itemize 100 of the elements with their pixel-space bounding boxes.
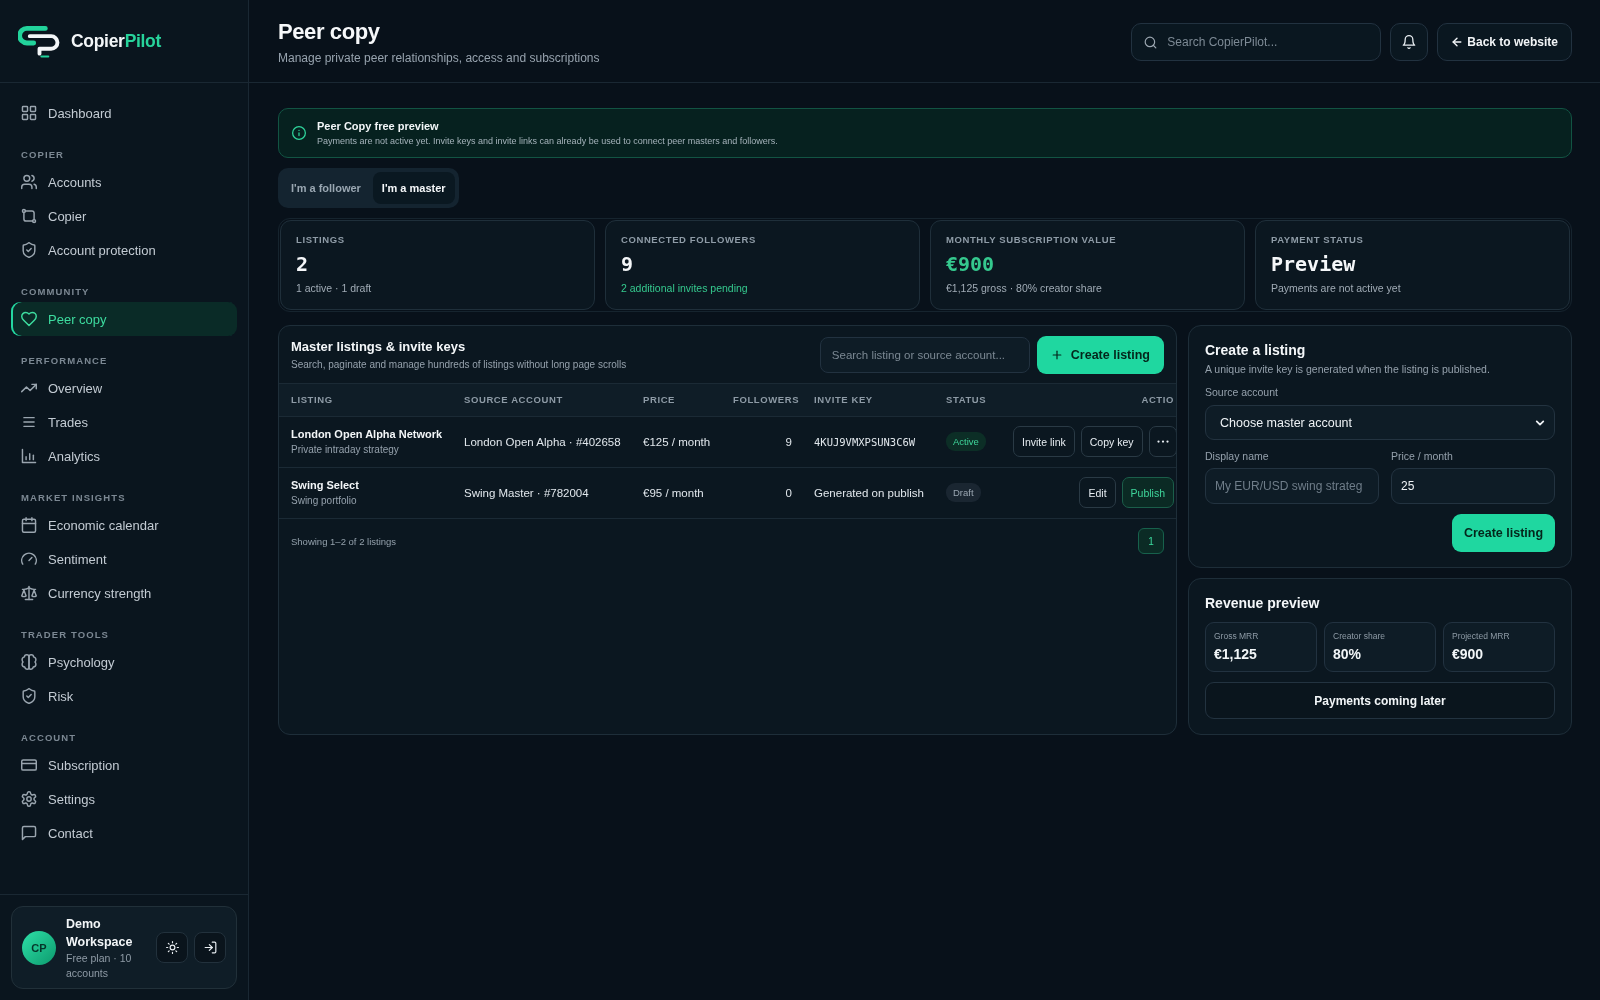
scales-icon (21, 585, 37, 601)
column-header: ACTIO (1001, 384, 1176, 416)
table-cell: Swing Master · #782004 (452, 467, 631, 518)
notice-text: Payments are not active yet. Invite keys and invite links can already be used to connect peer masters and followers. (317, 135, 778, 147)
metric-label: Projected MRR (1452, 631, 1511, 642)
stat-value: Preview (1271, 251, 1357, 277)
table-cell: 0 (721, 467, 802, 518)
square-path-icon (21, 208, 37, 224)
nav-item[interactable]: Settings (11, 782, 237, 816)
avatar: CP (22, 930, 56, 965)
back-button[interactable]: Back to website (1437, 23, 1572, 61)
search-icon (1144, 35, 1158, 49)
nav-item[interactable]: Trades (11, 405, 237, 439)
nav-item[interactable]: Overview (11, 371, 237, 405)
text-field[interactable]: 25 (1391, 468, 1555, 504)
role-tab[interactable]: I'm a follower (282, 172, 370, 204)
enter-arrow-icon (203, 941, 217, 954)
listing-name: Swing Select (291, 478, 360, 492)
bell-icon (1402, 35, 1417, 49)
stat-label: MONTHLY SUBSCRIPTION VALUE (946, 234, 1118, 246)
pagination-summary: Showing 1–2 of 2 listings (291, 535, 397, 547)
nav-item[interactable]: Peer copy (11, 302, 237, 336)
nav-item[interactable]: Dashboard (11, 96, 237, 130)
row-action-button[interactable]: Copy key (1080, 426, 1143, 457)
heart-icon (21, 311, 37, 327)
nav-section-heading: MARKET INSIGHTS (20, 492, 127, 504)
brain-icon (21, 654, 37, 670)
settings-icon (21, 791, 37, 807)
stat-note: 1 active · 1 draft (296, 282, 373, 295)
nav-section-heading: ACCOUNT (20, 732, 78, 744)
nav-item[interactable]: Risk (11, 679, 237, 713)
nav-item[interactable]: Economic calendar (11, 508, 237, 542)
search-field[interactable]: Search listing or source account... (819, 336, 1030, 373)
column-header: LISTING (279, 384, 452, 416)
card-subtitle: A unique invite key is generated when the listing is published. (1205, 362, 1491, 376)
listing-description: Private intraday strategy (291, 443, 400, 456)
metric-value: €1,125 (1214, 646, 1258, 663)
create-listing-button[interactable]: Create listing (1452, 514, 1555, 552)
nav-item[interactable]: Sentiment (11, 542, 237, 576)
notice-title: Peer Copy free preview (317, 119, 440, 133)
stat-note: 2 additional invites pending (621, 282, 749, 295)
text-field[interactable]: My EUR/USD swing strateg (1205, 468, 1379, 504)
nav-item[interactable]: Psychology (11, 645, 237, 679)
nav-item[interactable]: Copier (11, 199, 237, 233)
plus-icon (1050, 348, 1063, 361)
nav-item[interactable]: Analytics (11, 439, 237, 473)
column-header: SOURCE ACCOUNT (452, 384, 631, 416)
stat-value: €900 (946, 251, 996, 277)
notifications-button[interactable] (1390, 23, 1429, 61)
nav-section-heading: COMMUNITY (20, 286, 91, 298)
column-header: INVITE KEY (802, 384, 934, 416)
workspace-plan: Free plan · 10 accounts (66, 950, 133, 981)
page-button[interactable]: 1 (1138, 528, 1164, 554)
stat-note: Payments are not active yet (1271, 282, 1402, 295)
sign-in-button[interactable] (194, 932, 226, 963)
payments-button[interactable]: Payments coming later (1205, 682, 1555, 719)
users-icon (21, 174, 37, 190)
card-title: Create a listing (1205, 341, 1307, 359)
sun-icon (165, 941, 179, 954)
grid-icon (21, 105, 37, 121)
table-cell: 4KUJ9VMXPSUN3C6W (802, 416, 934, 467)
credit-card-icon (21, 757, 37, 773)
metric-value: 80% (1333, 646, 1363, 663)
row-action-button[interactable]: Invite link (1013, 426, 1075, 457)
panel-subtitle: Search, paginate and manage hundreds of listings without long page scrolls (291, 358, 627, 371)
field-label: Display name (1205, 449, 1270, 463)
table-cell: London Open Alpha · #402658 (452, 416, 631, 467)
nav-item[interactable]: Subscription (11, 748, 237, 782)
metric-label: Gross MRR (1214, 631, 1260, 642)
table-cell: Generated on publish (802, 467, 934, 518)
stat-value: 9 (621, 251, 635, 277)
stat-note: €1,125 gross · 80% creator share (946, 282, 1103, 295)
publish-button[interactable]: Publish (1121, 477, 1174, 508)
create-listing-button[interactable]: Create listing (1036, 335, 1164, 374)
info-icon (292, 126, 306, 140)
nav-section-heading: PERFORMANCE (20, 355, 109, 367)
workspace-name: Demo Workspace (66, 915, 134, 951)
stat-value: 2 (296, 251, 310, 277)
arrow-left-icon (1451, 36, 1464, 48)
metric-label: Creator share (1333, 631, 1386, 642)
nav-item[interactable]: Accounts (11, 165, 237, 199)
card-title: Revenue preview (1205, 594, 1321, 612)
column-header: FOLLOWERS (721, 384, 802, 416)
nav-item[interactable]: Account protection (11, 233, 237, 267)
list-icon (21, 414, 37, 430)
nav-item[interactable]: Contact (11, 816, 237, 850)
role-tab[interactable]: I'm a master (372, 172, 455, 204)
brand-name: CopierPilot (71, 30, 162, 52)
search-field[interactable]: Search CopierPilot... (1131, 23, 1382, 61)
field-label: Price / month (1391, 449, 1454, 463)
theme-toggle-button[interactable] (156, 932, 188, 963)
stat-label: LISTINGS (296, 234, 346, 246)
select-field[interactable]: Choose master account (1205, 405, 1555, 440)
nav-item[interactable]: Currency strength (11, 576, 237, 610)
page-title: Peer copy (278, 18, 381, 45)
table-cell: €95 / month (631, 467, 721, 518)
row-action-button[interactable]: Edit (1079, 477, 1116, 508)
panel-title: Master listings & invite keys (291, 338, 467, 355)
status-badge: Active (946, 432, 986, 451)
nav-section-heading: TRADER TOOLS (20, 629, 110, 641)
